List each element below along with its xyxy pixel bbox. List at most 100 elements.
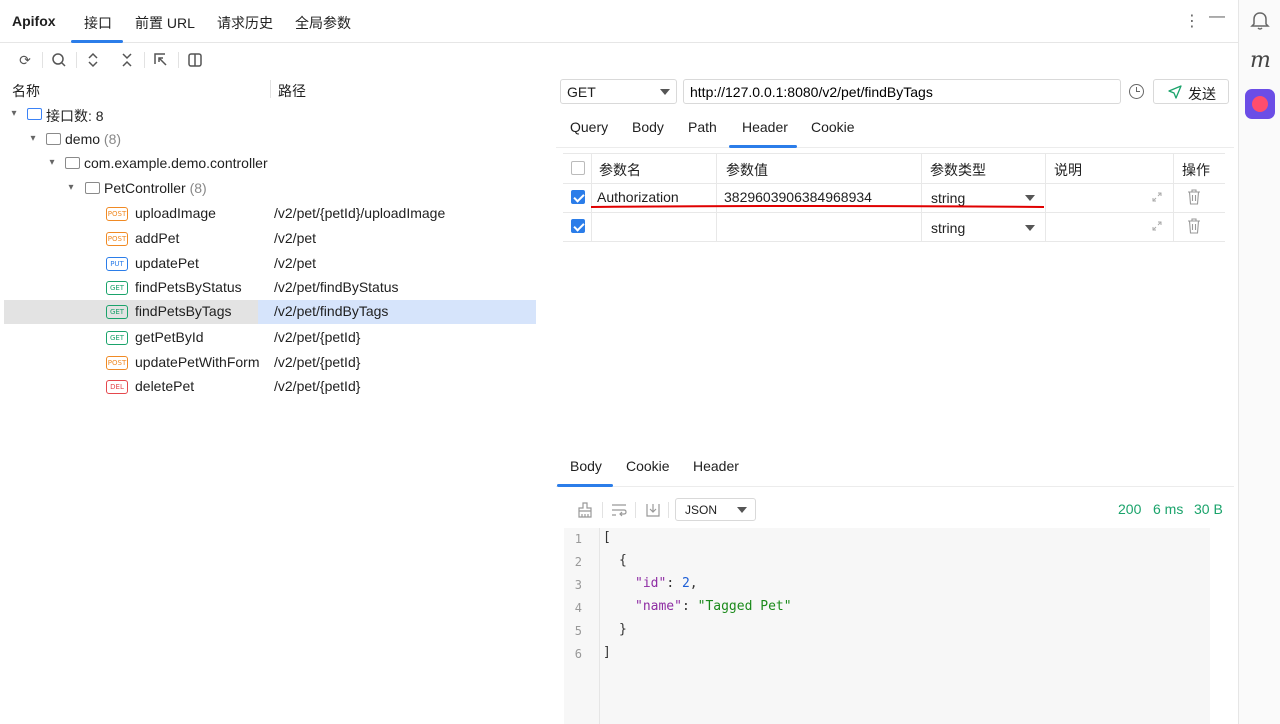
url-input[interactable] bbox=[683, 79, 1121, 104]
chevron-down-icon[interactable]: ▾ bbox=[46, 157, 58, 169]
endpoint-name: addPet bbox=[135, 230, 180, 246]
endpoint-row-selected[interactable]: GET findPetsByTags /v2/pet/findByTags bbox=[4, 300, 536, 324]
active-tab-indicator bbox=[729, 145, 797, 148]
apifox-window: Apifox 接口 前置 URL 请求历史 全局参数 ⋮ — m ⟳ 名称 路径… bbox=[0, 0, 1280, 724]
json-key: "name" bbox=[635, 599, 682, 614]
send-label: 发送 bbox=[1188, 86, 1216, 102]
line-number: 3 bbox=[574, 578, 582, 592]
expand-icon[interactable] bbox=[1152, 192, 1162, 202]
search-icon[interactable] bbox=[49, 50, 69, 70]
line-number: 1 bbox=[574, 532, 582, 546]
column-divider bbox=[1045, 183, 1046, 213]
tree-header: 名称 路径 bbox=[0, 76, 540, 102]
endpoint-row[interactable]: DEL deletePet /v2/pet/{petId} bbox=[4, 375, 536, 399]
tab-global-params[interactable]: 全局参数 bbox=[295, 13, 351, 33]
tree-module-row[interactable]: ▾ demo (8) bbox=[4, 128, 536, 152]
response-body-editor[interactable]: 1 2 3 4 5 6 [ { "id": 2, "name": "Tagged… bbox=[564, 528, 1210, 724]
chevron-down-icon[interactable] bbox=[1025, 195, 1035, 201]
format-select[interactable]: JSON bbox=[675, 498, 756, 521]
tab-body[interactable]: Body bbox=[632, 119, 664, 135]
tree-package-row[interactable]: ▾ com.example.demo.controller bbox=[4, 152, 536, 176]
chevron-down-icon[interactable]: ▾ bbox=[65, 182, 77, 194]
endpoint-row[interactable]: GET getPetById /v2/pet/{petId} bbox=[4, 326, 536, 350]
tree-root-row[interactable]: ▾ 接口数: 8 bbox=[4, 103, 536, 127]
chevron-down-icon bbox=[737, 507, 747, 513]
response-size: 30 B bbox=[1194, 501, 1223, 517]
chevron-down-icon[interactable]: ▾ bbox=[8, 108, 20, 120]
endpoint-name: getPetById bbox=[135, 329, 204, 345]
collapse-all-icon[interactable] bbox=[117, 50, 137, 70]
header-actions: 操作 bbox=[1182, 162, 1210, 178]
tree-controller-row[interactable]: ▾ PetController (8) bbox=[4, 177, 536, 201]
module-count: (8) bbox=[103, 131, 122, 147]
m-plugin-icon[interactable]: m bbox=[1250, 48, 1271, 73]
endpoint-row[interactable]: POST addPet /v2/pet bbox=[4, 227, 536, 251]
folder-icon bbox=[27, 108, 42, 120]
tab-request-history[interactable]: 请求历史 bbox=[217, 13, 273, 33]
row-checkbox[interactable] bbox=[571, 219, 585, 233]
more-vertical-icon[interactable]: ⋮ bbox=[1184, 11, 1200, 31]
endpoint-name: updatePetWithForm bbox=[135, 354, 260, 370]
get-method-badge: GET bbox=[106, 331, 128, 345]
trash-icon[interactable] bbox=[1187, 218, 1201, 234]
expand-all-icon[interactable] bbox=[83, 50, 103, 70]
split-view-icon[interactable] bbox=[185, 50, 205, 70]
method-select[interactable]: GET bbox=[560, 79, 677, 104]
endpoint-row[interactable]: POST uploadImage /v2/pet/{petId}/uploadI… bbox=[4, 202, 536, 226]
tab-query[interactable]: Query bbox=[570, 119, 608, 135]
delete-method-badge: DEL bbox=[106, 380, 128, 394]
apifox-app-icon[interactable] bbox=[1245, 89, 1275, 119]
tab-interfaces[interactable]: 接口 bbox=[84, 13, 112, 33]
endpoint-row[interactable]: GET findPetsByStatus /v2/pet/findByStatu… bbox=[4, 276, 536, 300]
send-button[interactable]: 发送 bbox=[1153, 79, 1229, 104]
endpoint-name: findPetsByStatus bbox=[135, 279, 242, 295]
tab-prefix-url[interactable]: 前置 URL bbox=[135, 13, 195, 33]
line-number: 5 bbox=[574, 624, 582, 638]
response-tab-header[interactable]: Header bbox=[693, 458, 739, 474]
package-icon bbox=[65, 157, 80, 169]
minimize-icon[interactable]: — bbox=[1209, 8, 1225, 26]
clock-icon[interactable] bbox=[1129, 84, 1144, 99]
column-resizer[interactable] bbox=[270, 80, 271, 98]
locate-icon[interactable] bbox=[151, 50, 171, 70]
tab-header[interactable]: Header bbox=[742, 119, 788, 135]
wrap-icon[interactable] bbox=[610, 501, 628, 519]
param-name-field[interactable]: Authorization bbox=[597, 189, 679, 205]
folder-icon bbox=[85, 182, 100, 194]
header-param-value: 参数值 bbox=[726, 162, 768, 178]
param-value-field[interactable]: 3829603906384968934 bbox=[724, 189, 872, 205]
endpoint-row[interactable]: PUT updatePet /v2/pet bbox=[4, 252, 536, 276]
toolbar-divider bbox=[668, 502, 669, 518]
controller-count: (8) bbox=[189, 180, 207, 196]
endpoint-name: findPetsByTags bbox=[135, 303, 232, 319]
send-icon bbox=[1168, 85, 1182, 99]
endpoint-name: deletePet bbox=[135, 378, 195, 394]
endpoint-row[interactable]: POST updatePetWithForm /v2/pet/{petId} bbox=[4, 351, 536, 375]
response-tab-cookie[interactable]: Cookie bbox=[626, 458, 670, 474]
param-type-select[interactable]: string bbox=[931, 220, 965, 236]
column-path-header: 路径 bbox=[278, 83, 306, 99]
tab-path[interactable]: Path bbox=[688, 119, 717, 135]
column-divider bbox=[921, 212, 922, 242]
select-all-checkbox[interactable] bbox=[571, 161, 585, 175]
chevron-down-icon bbox=[660, 89, 670, 95]
param-type-select[interactable]: string bbox=[931, 190, 965, 206]
chevron-down-icon[interactable]: ▾ bbox=[27, 133, 39, 145]
trash-icon[interactable] bbox=[1187, 189, 1201, 205]
expand-icon[interactable] bbox=[1152, 221, 1162, 231]
tab-cookie[interactable]: Cookie bbox=[811, 119, 855, 135]
clear-icon[interactable] bbox=[576, 501, 594, 519]
column-divider bbox=[591, 212, 592, 242]
download-icon[interactable] bbox=[644, 501, 662, 519]
row-checkbox[interactable] bbox=[571, 190, 585, 204]
line-number: 2 bbox=[574, 555, 582, 569]
toolbar-divider bbox=[635, 502, 636, 518]
refresh-icon[interactable]: ⟳ bbox=[15, 50, 35, 70]
controller-label: PetController bbox=[104, 180, 186, 196]
column-divider bbox=[1173, 212, 1174, 242]
response-tab-body[interactable]: Body bbox=[570, 458, 602, 474]
chevron-down-icon[interactable] bbox=[1025, 225, 1035, 231]
controller-label-wrap: PetController (8) bbox=[104, 180, 207, 196]
bell-icon[interactable] bbox=[1249, 10, 1271, 32]
toolbar-divider bbox=[144, 52, 145, 68]
